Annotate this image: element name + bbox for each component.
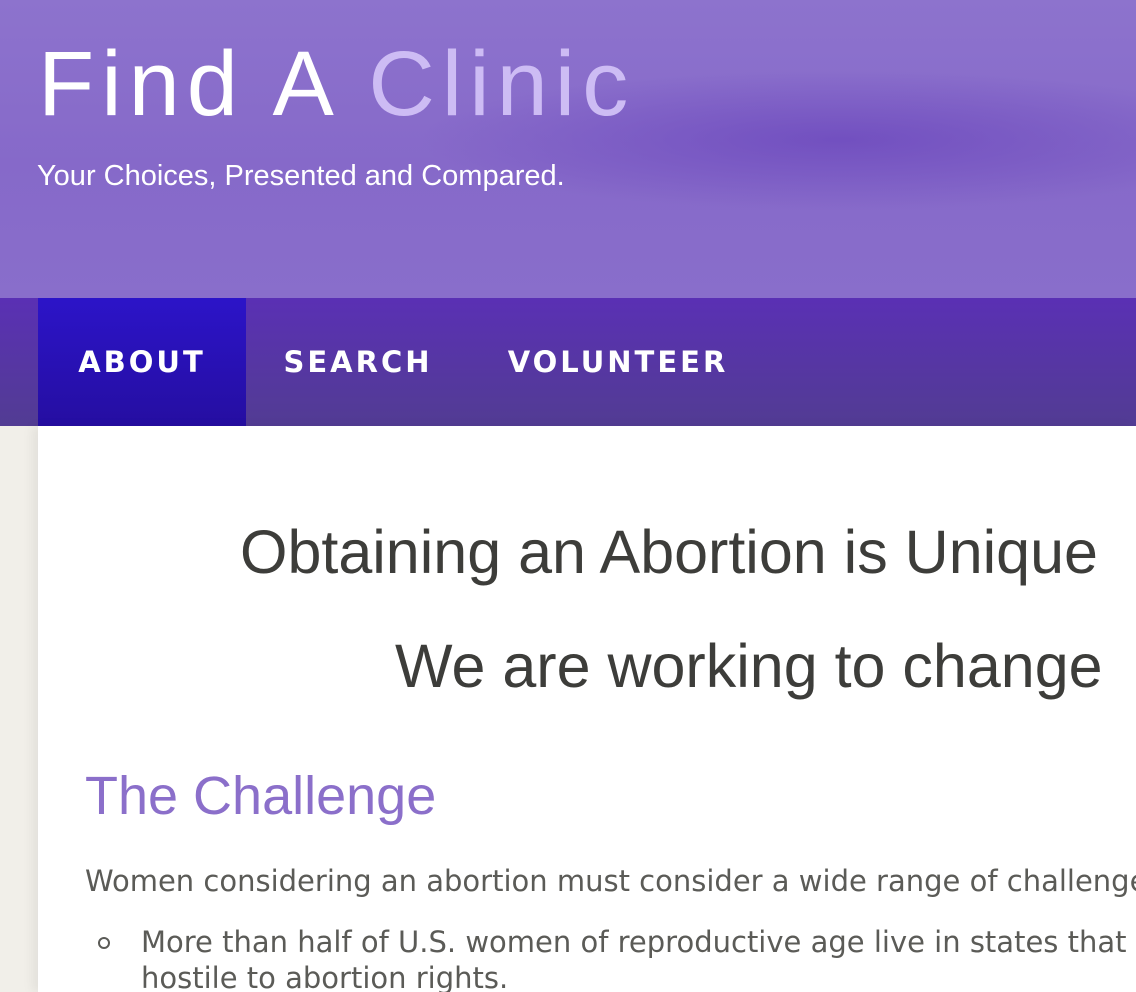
headline-primary: Obtaining an Abortion is Unique: [240, 518, 1098, 586]
section-heading-challenge: The Challenge: [85, 766, 437, 826]
challenge-list: More than half of U.S. women of reproduc…: [98, 924, 1136, 992]
nav-item-about[interactable]: ABOUT: [38, 298, 246, 426]
main-content: Obtaining an Abortion is Unique We are w…: [38, 426, 1136, 992]
site-tagline: Your Choices, Presented and Compared.: [37, 160, 565, 192]
bullet-circle-icon: [98, 937, 110, 949]
nav-item-search[interactable]: SEARCH: [246, 298, 470, 426]
site-title-find-a: Find A: [38, 33, 336, 135]
list-item-text: More than half of U.S. women of reproduc…: [141, 925, 1136, 992]
site-title[interactable]: Find A Clinic: [38, 38, 635, 130]
list-item: More than half of U.S. women of reproduc…: [98, 924, 1136, 992]
main-navigation: ABOUT SEARCH VOLUNTEER: [0, 298, 1136, 426]
site-header: Find A Clinic Your Choices, Presented an…: [0, 0, 1136, 298]
nav-item-volunteer[interactable]: VOLUNTEER: [470, 298, 766, 426]
headline-secondary: We are working to change: [395, 632, 1103, 700]
site-title-clinic: Clinic: [368, 33, 636, 135]
intro-paragraph: Women considering an abortion must consi…: [85, 864, 1136, 898]
